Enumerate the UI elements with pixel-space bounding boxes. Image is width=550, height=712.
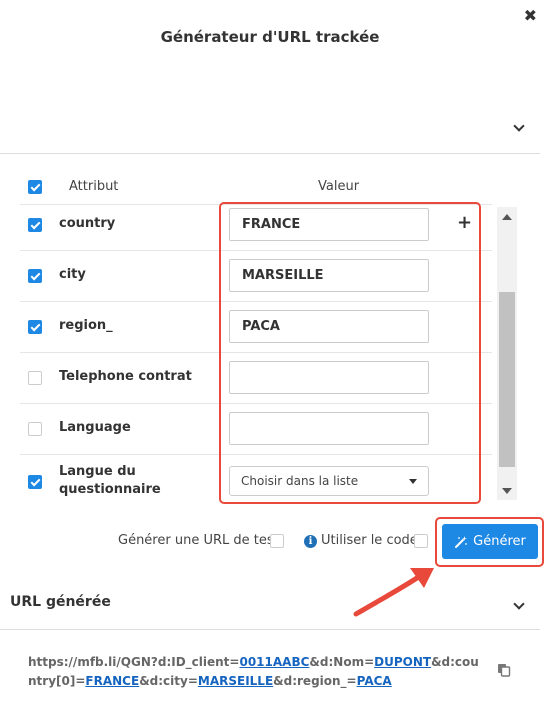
- row-label-langue-du-questionnaire: Langue du questionnaire: [59, 464, 161, 497]
- row-checkbox-telephone-contrat[interactable]: [28, 371, 42, 385]
- url-param-value-link[interactable]: FRANCE: [85, 674, 139, 688]
- row-separator: [20, 352, 492, 353]
- row-label-region: region_: [59, 318, 113, 333]
- generate-button[interactable]: Générer: [442, 524, 538, 559]
- row-separator: [20, 403, 492, 404]
- url-text-segment: &d:Nom=: [309, 655, 375, 669]
- row-checkbox-country[interactable]: [28, 218, 42, 232]
- magic-wand-icon: [455, 535, 468, 548]
- row-label-telephone-contrat: Telephone contrat: [59, 369, 192, 384]
- row-label-city: city: [59, 267, 86, 282]
- caret-down-icon: [409, 479, 417, 484]
- select-placeholder: Choisir dans la liste: [241, 474, 359, 488]
- info-icon[interactable]: i: [304, 535, 317, 548]
- row-separator: [20, 250, 492, 251]
- row-checkbox-city[interactable]: [28, 269, 42, 283]
- section-divider: [0, 153, 540, 154]
- use-code-checkbox[interactable]: [414, 534, 428, 548]
- url-param-value-link[interactable]: 0011AABC: [239, 655, 309, 669]
- chevron-down-icon[interactable]: [514, 600, 524, 610]
- test-url-label: Générer une URL de test: [118, 533, 279, 548]
- chevron-down-icon[interactable]: [514, 122, 524, 132]
- url-text-segment: &d:region_=: [273, 674, 357, 688]
- value-input-country[interactable]: FRANCE: [229, 208, 429, 241]
- add-value-button[interactable]: +: [457, 212, 472, 233]
- scroll-down-arrow-icon[interactable]: [502, 488, 512, 494]
- copy-icon[interactable]: [497, 663, 511, 677]
- use-code-label: Utiliser le code: [321, 533, 418, 548]
- url-param-value-link[interactable]: PACA: [357, 674, 392, 688]
- row-separator: [20, 454, 492, 455]
- url-param-value-link[interactable]: MARSEILLE: [198, 674, 273, 688]
- row-separator: [20, 301, 492, 302]
- row-checkbox-region[interactable]: [28, 320, 42, 334]
- value-input-city[interactable]: MARSEILLE: [229, 259, 429, 292]
- section-divider: [0, 629, 540, 630]
- generate-button-label: Générer: [473, 534, 526, 549]
- url-text-segment: &d:city=: [139, 674, 198, 688]
- value-select-langue-du-questionnaire[interactable]: Choisir dans la liste: [229, 466, 429, 496]
- column-header-attribute: Attribut: [69, 179, 119, 194]
- close-button[interactable]: ✖: [524, 6, 537, 26]
- value-input-region[interactable]: PACA: [229, 310, 429, 343]
- value-input-language[interactable]: [229, 412, 429, 445]
- value-input-telephone-contrat[interactable]: [229, 361, 429, 394]
- test-url-checkbox[interactable]: [270, 534, 284, 548]
- row-label-country: country: [59, 216, 116, 231]
- row-label-language: Language: [59, 420, 131, 435]
- row-checkbox-language[interactable]: [28, 422, 42, 436]
- header-separator: [20, 204, 492, 205]
- generated-url: https://mfb.li/QGN?d:ID_client=0011AABC&…: [28, 653, 483, 691]
- select-all-checkbox[interactable]: [28, 180, 42, 194]
- callout-arrow-icon: [353, 568, 434, 617]
- value-column-highlight: [219, 202, 481, 504]
- dialog-title: Générateur d'URL trackée: [160, 28, 380, 46]
- url-text-segment: https://mfb.li/QGN?d:ID_client=: [28, 655, 240, 669]
- generated-url-title: URL générée: [10, 594, 111, 610]
- row-checkbox-langue-du-questionnaire[interactable]: [28, 475, 42, 489]
- column-header-value: Valeur: [318, 179, 360, 194]
- table-scrollbar[interactable]: [497, 207, 517, 500]
- scroll-up-arrow-icon[interactable]: [502, 214, 512, 220]
- scroll-thumb[interactable]: [499, 292, 515, 467]
- url-param-value-link[interactable]: DUPONT: [374, 655, 431, 669]
